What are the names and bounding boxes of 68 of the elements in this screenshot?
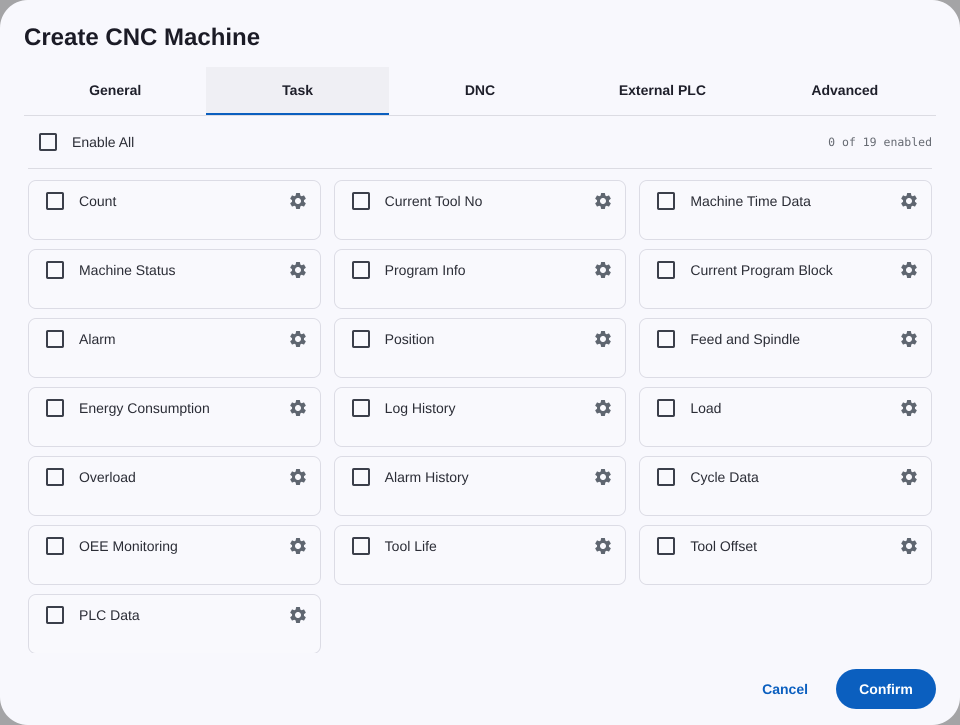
task-label: Machine Time Data — [690, 193, 811, 209]
task-label: Program Info — [384, 262, 466, 278]
settings-icon[interactable] — [898, 398, 919, 418]
task-label: Log History — [384, 400, 456, 416]
settings-icon[interactable] — [898, 191, 919, 211]
task-label: OEE Monitoring — [79, 538, 178, 554]
task-label: Count — [79, 193, 116, 209]
task-label: Energy Consumption — [79, 400, 210, 416]
settings-icon[interactable] — [288, 191, 308, 211]
checkbox[interactable] — [39, 132, 57, 150]
task-label: Tool Offset — [690, 538, 757, 554]
checkbox[interactable] — [46, 537, 64, 555]
settings-icon[interactable] — [288, 260, 308, 280]
settings-icon[interactable] — [593, 329, 614, 349]
checkbox[interactable] — [657, 261, 676, 279]
tab[interactable]: External PLC — [571, 67, 754, 115]
checkbox[interactable] — [657, 192, 676, 210]
tab[interactable]: Advanced — [754, 67, 936, 115]
settings-icon[interactable] — [898, 260, 919, 280]
task-label: Current Tool No — [384, 193, 482, 209]
task-label: Alarm — [79, 331, 116, 347]
checkbox[interactable] — [352, 330, 370, 348]
settings-icon[interactable] — [593, 191, 614, 211]
checkbox[interactable] — [46, 399, 64, 417]
settings-icon[interactable] — [593, 536, 614, 556]
settings-icon[interactable] — [898, 467, 919, 487]
checkbox[interactable] — [352, 261, 370, 279]
task-label: Tool Life — [384, 538, 437, 554]
checkbox[interactable] — [46, 192, 64, 210]
task-label: Cycle Data — [690, 469, 759, 485]
enabled-count: 0 of 19 enabled — [828, 134, 932, 148]
settings-icon[interactable] — [898, 536, 919, 556]
settings-icon[interactable] — [593, 398, 614, 418]
settings-icon[interactable] — [288, 536, 308, 556]
checkbox[interactable] — [657, 537, 676, 555]
cancel-button[interactable]: Cancel — [746, 669, 824, 709]
checkbox[interactable] — [352, 537, 370, 555]
tab[interactable]: DNC — [388, 67, 572, 115]
tab[interactable]: General — [24, 67, 206, 115]
settings-icon[interactable] — [288, 398, 308, 418]
checkbox[interactable] — [657, 399, 676, 417]
task-label: Feed and Spindle — [690, 331, 800, 347]
confirm-button[interactable]: Confirm — [836, 669, 936, 709]
task-label: Load — [690, 400, 722, 416]
task-label: Position — [384, 331, 434, 347]
enable-all-label: Enable All — [72, 134, 134, 150]
checkbox[interactable] — [352, 192, 370, 210]
settings-icon[interactable] — [288, 605, 308, 625]
checkbox[interactable] — [46, 468, 64, 486]
task-label: Overload — [79, 469, 136, 485]
settings-icon[interactable] — [898, 329, 919, 349]
dialog-title: Create CNC Machine — [24, 23, 260, 53]
task-label: PLC Data — [79, 607, 140, 623]
tab[interactable]: Task — [206, 67, 389, 115]
checkbox[interactable] — [46, 606, 64, 624]
settings-icon[interactable] — [593, 260, 614, 280]
task-label: Current Program Block — [690, 262, 833, 278]
task-label: Alarm History — [384, 469, 469, 485]
checkbox[interactable] — [657, 330, 676, 348]
checkbox[interactable] — [46, 330, 64, 348]
checkbox[interactable] — [46, 261, 64, 279]
settings-icon[interactable] — [288, 329, 308, 349]
settings-icon[interactable] — [593, 467, 614, 487]
checkbox[interactable] — [352, 468, 370, 486]
task-label: Machine Status — [79, 262, 176, 278]
checkbox[interactable] — [352, 399, 370, 417]
checkbox[interactable] — [657, 468, 676, 486]
settings-icon[interactable] — [288, 467, 308, 487]
